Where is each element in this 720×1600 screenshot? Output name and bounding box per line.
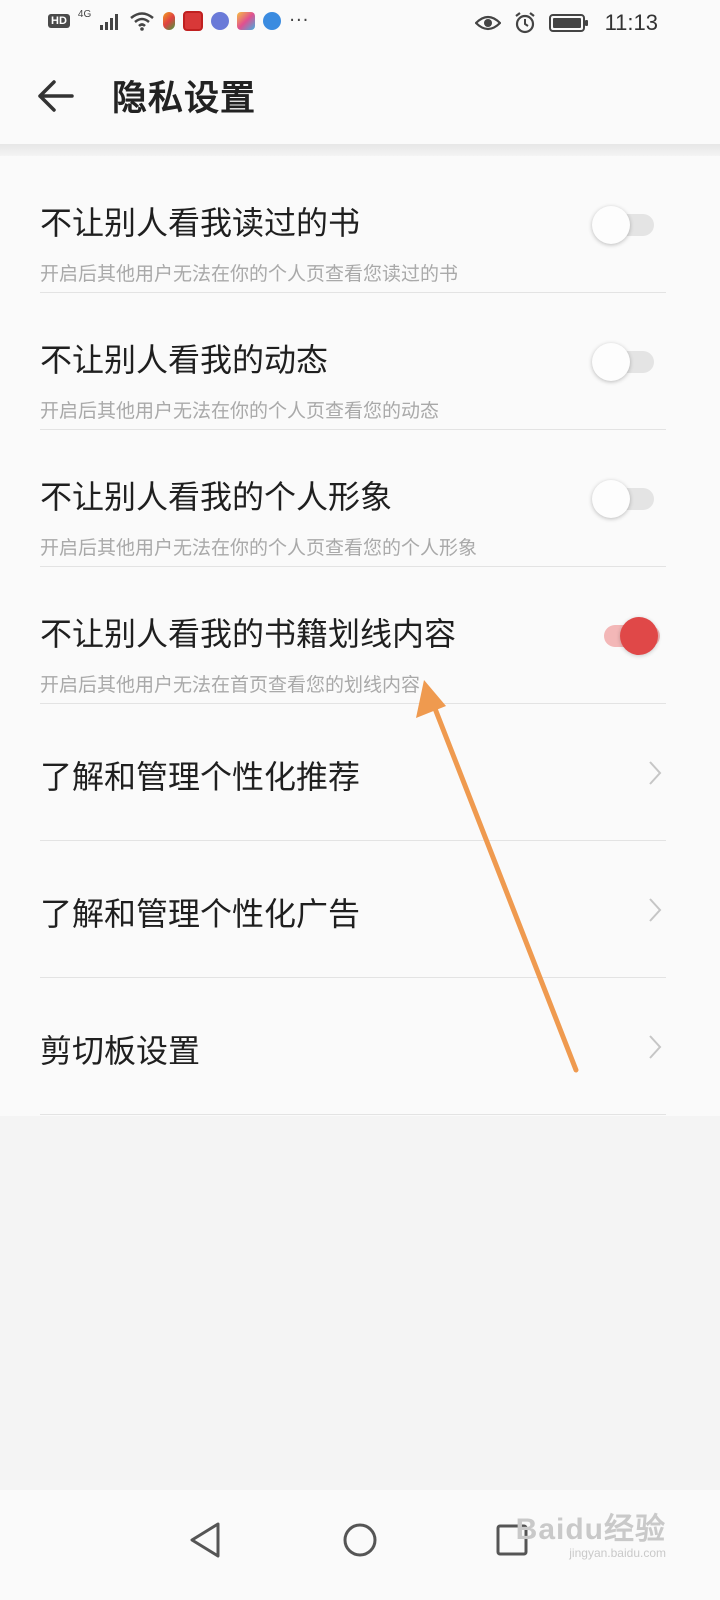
header-shadow: [0, 144, 720, 156]
network-type: 4G: [77, 9, 92, 20]
setting-description: 开启后其他用户无法在你的个人页查看您的个人形象: [40, 537, 478, 559]
toggle-switch[interactable]: [590, 200, 658, 244]
chevron-right-icon: [649, 898, 662, 922]
setting-description: 开启后其他用户无法在首页查看您的划线内容: [40, 674, 421, 696]
music-app-icon: [211, 11, 230, 30]
toggle-switch[interactable]: [590, 474, 658, 518]
chevron-right-icon: [649, 1035, 662, 1059]
toggle-switch[interactable]: [590, 611, 660, 655]
watermark-url: jingyan.baidu.com: [569, 1546, 666, 1560]
setting-title: 剪切板设置: [40, 1032, 201, 1070]
toggle-knob: [592, 480, 630, 518]
setting-title: 了解和管理个性化推荐: [40, 758, 361, 796]
setting-title: 不让别人看我的个人形象: [40, 478, 393, 516]
store-app-icon: [237, 11, 256, 30]
signal-icon: [100, 13, 119, 30]
divider: [40, 1114, 666, 1115]
page-title: 隐私设置: [112, 79, 257, 119]
baidu-watermark: Baidu经验 jingyan.baidu.com: [516, 1504, 666, 1560]
link-clipboard-settings[interactable]: 剪切板设置: [0, 978, 720, 1115]
status-bar: HD 4G ··· 11:13: [0, 0, 720, 46]
book-app-icon: [183, 10, 204, 31]
watermark-brand: Baidu经验: [515, 1513, 666, 1546]
setting-description: 开启后其他用户无法在你的个人页查看您读过的书: [40, 263, 459, 285]
toggle-switch[interactable]: [590, 337, 658, 381]
eye-icon: [474, 15, 501, 31]
arrow-left-icon: [38, 80, 74, 112]
back-button[interactable]: [34, 74, 78, 118]
chevron-right-icon: [649, 761, 662, 785]
browser-app-icon: [263, 11, 282, 30]
setting-hide-read-books[interactable]: 不让别人看我读过的书 开启后其他用户无法在你的个人页查看您读过的书: [0, 156, 720, 293]
back-triangle-icon[interactable]: [176, 1510, 236, 1570]
setting-hide-activity[interactable]: 不让别人看我的动态 开启后其他用户无法在你的个人页查看您的动态: [0, 293, 720, 430]
status-left: HD 4G ···: [48, 9, 310, 31]
toggle-knob: [592, 206, 630, 244]
setting-title: 不让别人看我的书籍划线内容: [40, 615, 457, 653]
status-right: 11:13: [474, 10, 658, 36]
battery-icon: [548, 14, 588, 32]
hd-badge: HD: [48, 13, 70, 28]
setting-title: 不让别人看我读过的书: [40, 204, 361, 242]
setting-description: 开启后其他用户无法在你的个人页查看您的动态: [40, 400, 440, 422]
clock: 11:13: [604, 10, 658, 35]
setting-title: 不让别人看我的动态: [40, 341, 329, 379]
setting-title: 了解和管理个性化广告: [40, 895, 361, 933]
more-notifications-icon: ···: [289, 10, 310, 31]
link-personalized-recommendations[interactable]: 了解和管理个性化推荐: [0, 704, 720, 841]
link-personalized-ads[interactable]: 了解和管理个性化广告: [0, 841, 720, 978]
toggle-knob: [620, 617, 658, 655]
setting-hide-highlights[interactable]: 不让别人看我的书籍划线内容 开启后其他用户无法在首页查看您的划线内容: [0, 567, 720, 704]
wifi-icon: [130, 11, 155, 31]
app-notification-icon: [163, 11, 176, 30]
alarm-icon: [514, 12, 535, 34]
home-circle-icon[interactable]: [330, 1510, 390, 1570]
setting-hide-avatar[interactable]: 不让别人看我的个人形象 开启后其他用户无法在你的个人页查看您的个人形象: [0, 430, 720, 567]
toggle-knob: [592, 343, 630, 381]
settings-list: 不让别人看我读过的书 开启后其他用户无法在你的个人页查看您读过的书 不让别人看我…: [0, 156, 720, 1116]
app-header: 隐私设置: [0, 46, 720, 144]
